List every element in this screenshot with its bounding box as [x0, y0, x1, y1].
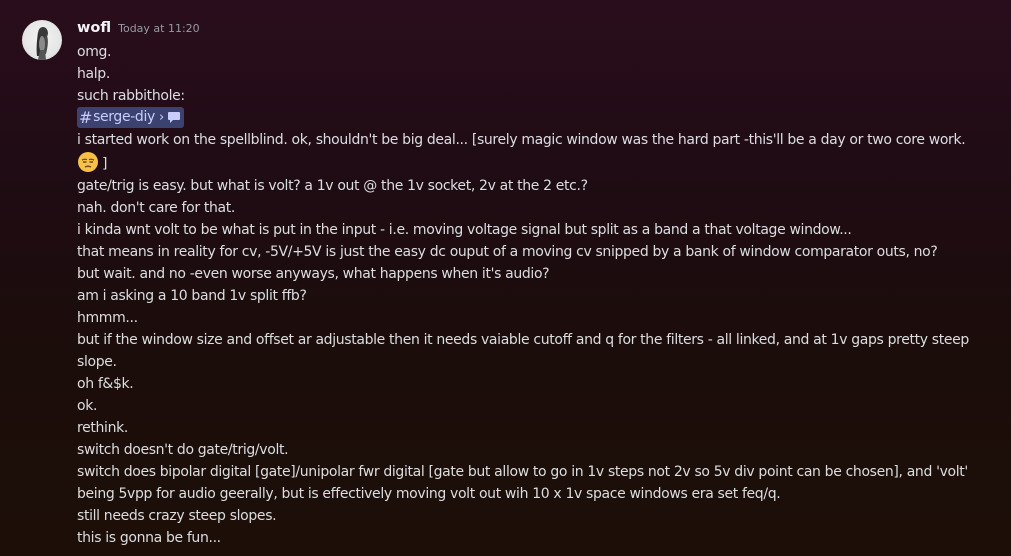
- message-line: nah. don't care for that.: [77, 200, 235, 216]
- message-line: switch doesn't do gate/trig/volt.: [77, 442, 289, 458]
- message-content: omg. halp. such rabbithole: # serge-diy › …: [77, 41, 992, 549]
- message-line: hmmm...: [77, 310, 138, 326]
- avatar[interactable]: [22, 20, 62, 60]
- channel-mention[interactable]: # serge-diy ›: [77, 107, 184, 128]
- message-line: gate/trig is easy. but what is volt? a 1…: [77, 178, 588, 194]
- message-line: halp.: [77, 66, 110, 82]
- message-line: such rabbithole:: [77, 88, 185, 104]
- message-line: ok.: [77, 398, 98, 414]
- mention-line: # serge-diy ›: [77, 107, 992, 129]
- channel-name: serge-diy: [93, 109, 155, 125]
- message-line: this is gonna be fun...: [77, 530, 221, 546]
- message-header: wofl Today at 11:20: [77, 20, 200, 42]
- message-line: i started work on the spellblind. ok, sh…: [77, 132, 966, 148]
- author-name[interactable]: wofl: [77, 20, 111, 36]
- message-line: am i asking a 10 band 1v split ffb?: [77, 288, 307, 304]
- message-line: still needs crazy steep slopes.: [77, 508, 277, 524]
- avatar-figure-icon: [36, 27, 48, 60]
- message-line: that means in reality for cv, -5V/+5V is…: [77, 244, 938, 260]
- chevron-right-icon: ›: [158, 110, 164, 125]
- bracket-text: ]: [102, 156, 108, 172]
- message-line: but if the window size and offset ar adj…: [77, 332, 969, 370]
- message-line: being 5vpp for audio geerally, but is ef…: [77, 486, 781, 502]
- message-line: i kinda wnt volt to be what is put in th…: [77, 222, 852, 238]
- emoji-line: ]: [77, 151, 992, 175]
- message-line: omg.: [77, 44, 112, 60]
- message-timestamp[interactable]: Today at 11:20: [118, 22, 200, 35]
- channel-hash: #: [79, 108, 93, 127]
- message-line: switch does bipolar digital [gate]/unipo…: [77, 464, 968, 480]
- chat-bubble-icon: [167, 111, 181, 124]
- message-line: rethink.: [77, 420, 128, 436]
- message-line: oh f&$k.: [77, 376, 134, 392]
- message-line: but wait. and no -even worse anyways, wh…: [77, 266, 550, 282]
- unamused-face-emoji[interactable]: [77, 151, 99, 173]
- chat-message: wofl Today at 11:20 omg. halp. such rabb…: [0, 0, 1011, 556]
